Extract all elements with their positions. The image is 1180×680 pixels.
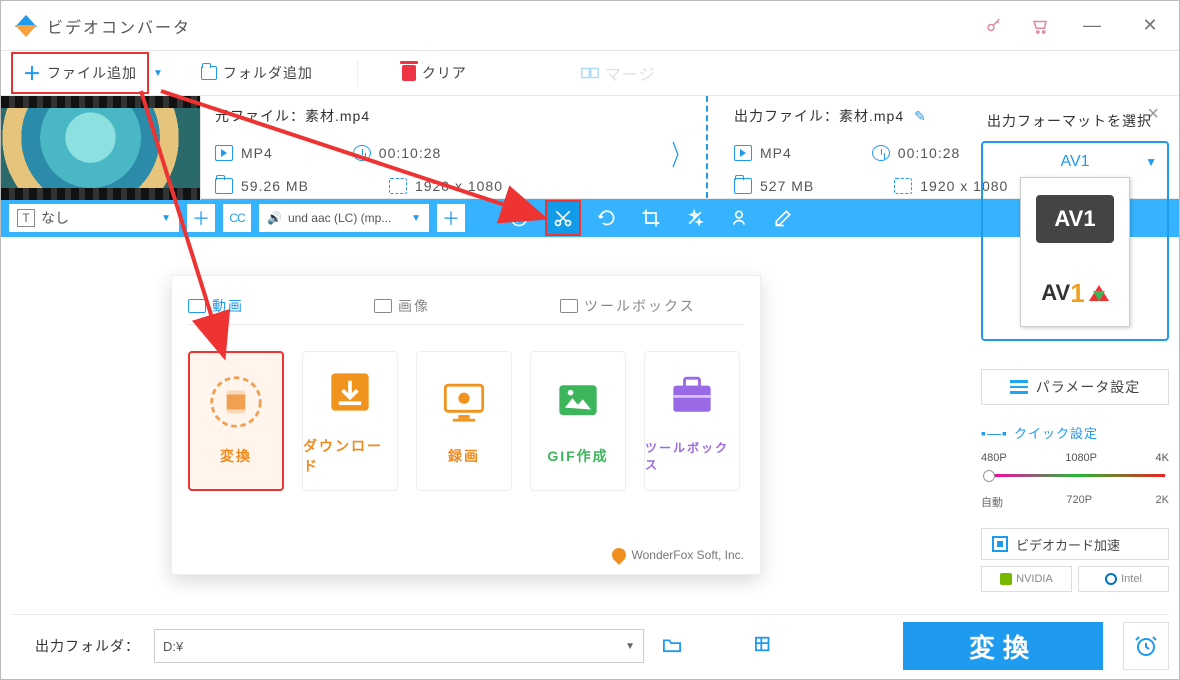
link-icon: ▪—▪ (981, 425, 1008, 441)
batch-button[interactable] (750, 635, 778, 658)
effects-button[interactable] (677, 200, 713, 236)
gif-icon (550, 376, 606, 428)
output-format-title: 出力フォーマットを選択 (987, 111, 1169, 131)
gpu-nvidia[interactable]: NVIDIA (981, 566, 1072, 592)
subtitle-icon: T (17, 209, 35, 227)
output-file-name: 素材.mp4 (839, 108, 904, 124)
cart-icon[interactable] (1031, 17, 1049, 35)
convert-button[interactable]: 変換 (903, 622, 1103, 670)
av1-logo-icon (1089, 285, 1109, 301)
crop-button[interactable] (633, 200, 669, 236)
gpu-acceleration-button[interactable]: ビデオカード加速 (981, 528, 1169, 560)
feature-card: 動画 画像 ツールボックス 変換 ダウンロード 録画 GIF作成 (171, 275, 761, 575)
vendor-credit: WonderFox Soft, Inc. (612, 548, 745, 562)
clear-button[interactable]: クリア (392, 59, 477, 87)
briefcase-icon (664, 369, 720, 421)
trim-scissor-button[interactable] (545, 200, 581, 236)
output-format-panel: 出力フォーマットを選択 AV1 ▼ AV1 AV1 パラメータ設定 ▪—▪クイック… (981, 97, 1169, 592)
toolbox-icon (560, 299, 578, 313)
format-selector[interactable]: AV1 ▼ AV1 AV1 (981, 141, 1169, 341)
app-logo-icon (15, 15, 37, 37)
source-file-label: 元ファイル： (215, 108, 305, 124)
add-file-button[interactable]: ＋ ファイル追加 (11, 52, 149, 94)
minimize-button[interactable]: — (1077, 15, 1107, 36)
slider-thumb[interactable] (983, 470, 995, 482)
feature-download[interactable]: ダウンロード (302, 351, 398, 491)
tab-toolbox[interactable]: ツールボックス (560, 296, 696, 316)
merge-button[interactable]: マージ (581, 61, 656, 85)
resolution-slider[interactable] (989, 474, 1165, 477)
output-file-label: 出力ファイル： (734, 108, 839, 124)
speaker-icon: 🔊 (267, 211, 282, 225)
output-folder-label: 出力フォルダ： (35, 636, 140, 656)
source-file-name: 素材.mp4 (305, 108, 370, 124)
add-file-dropdown[interactable]: ▼ (153, 68, 163, 79)
nvidia-icon (1000, 573, 1012, 585)
format-preview: AV1 AV1 (1020, 177, 1130, 327)
add-audio-button[interactable]: ＋ (437, 204, 465, 232)
subtitle-select[interactable]: T なし ▼ (9, 204, 179, 232)
intel-icon (1105, 573, 1117, 585)
chip-icon (992, 536, 1008, 552)
feature-gif[interactable]: GIF作成 (530, 351, 626, 491)
video-thumbnail[interactable] (1, 96, 201, 200)
flame-icon (609, 545, 629, 565)
bottom-bar: 出力フォルダ： D:¥ ▼ 変換 (11, 614, 1169, 669)
source-output-divider: 〉 (660, 96, 720, 198)
add-subtitle-button[interactable]: ＋ (187, 204, 215, 232)
image-icon (374, 299, 392, 313)
output-path-select[interactable]: D:¥ ▼ (154, 629, 644, 663)
close-button[interactable]: ✕ (1135, 15, 1165, 36)
preview-button[interactable] (501, 200, 537, 236)
parameter-settings-button[interactable]: パラメータ設定 (981, 369, 1169, 405)
title-bar: ビデオコンバータ — ✕ (1, 1, 1179, 51)
format-icon (215, 145, 233, 161)
size-icon (215, 178, 233, 194)
watermark-button[interactable] (721, 200, 757, 236)
folder-icon (201, 66, 217, 80)
record-icon (436, 376, 492, 428)
clock-icon (353, 145, 371, 161)
edit-button[interactable] (765, 200, 801, 236)
open-folder-button[interactable] (658, 635, 686, 658)
app-title: ビデオコンバータ (47, 14, 191, 38)
chevron-down-icon: ▼ (1145, 155, 1157, 169)
format-name: AV1 (1060, 153, 1089, 171)
key-icon[interactable] (985, 17, 1003, 35)
plus-icon: ＋ (23, 60, 41, 86)
tab-video[interactable]: 動画 (188, 296, 244, 316)
main-toolbar: ＋ ファイル追加 ▼ フォルダ追加 クリア マージ (1, 51, 1179, 95)
feature-record[interactable]: 録画 (416, 351, 512, 491)
convert-icon (208, 376, 264, 428)
scheduler-button[interactable] (1123, 622, 1169, 670)
rename-icon[interactable]: ✎ (914, 108, 927, 124)
add-folder-button[interactable]: フォルダ追加 (191, 59, 323, 87)
rotate-button[interactable] (589, 200, 625, 236)
quick-settings: ▪—▪クイック設定 480P 1080P 4K 自動 720P 2K (981, 423, 1169, 510)
feature-toolbox[interactable]: ツールボックス (644, 351, 740, 491)
gpu-intel[interactable]: Intel (1078, 566, 1169, 592)
tab-image[interactable]: 画像 (374, 296, 430, 316)
audio-track-select[interactable]: 🔊 und aac (LC) (mp... ▼ (259, 204, 429, 232)
film-icon (188, 299, 206, 313)
cc-button[interactable]: CC (223, 204, 251, 232)
download-icon (322, 366, 378, 418)
feature-convert[interactable]: 変換 (188, 351, 284, 491)
resolution-icon (389, 178, 407, 194)
trash-icon (402, 65, 416, 81)
sliders-icon (1010, 380, 1028, 394)
